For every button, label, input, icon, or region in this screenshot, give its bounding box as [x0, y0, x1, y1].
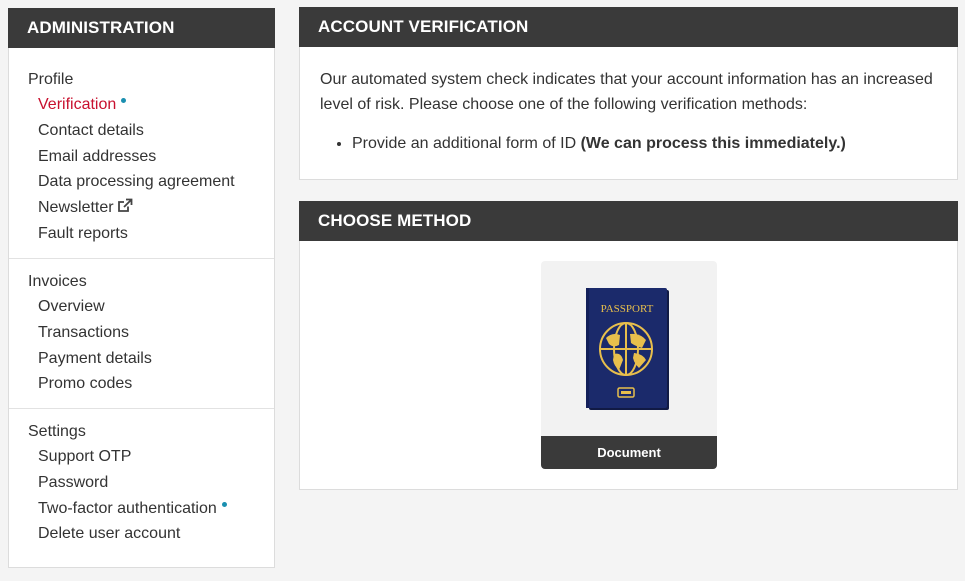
sidebar-item-newsletter[interactable]: Newsletter: [9, 195, 274, 221]
nav-group-invoices: Invoices Overview Transactions Payment d…: [9, 258, 274, 408]
list-item: Provide an additional form of ID (We can…: [352, 134, 937, 154]
group-title-invoices: Invoices: [28, 273, 87, 290]
sidebar-item-delete-user-account[interactable]: Delete user account: [9, 521, 274, 547]
verification-body: Our automated system check indicates tha…: [300, 47, 957, 154]
sidebar-title: ADMINISTRATION: [8, 8, 275, 48]
sidebar-item-two-factor-authentication[interactable]: Two-factor authentication: [9, 496, 274, 522]
sidebar-item-email-addresses[interactable]: Email addresses: [9, 144, 274, 170]
panel-title: ACCOUNT VERIFICATION: [299, 7, 958, 47]
verification-options-list: Provide an additional form of ID (We can…: [320, 134, 937, 154]
choose-method-panel: CHOOSE METHOD PASSPORT Document: [299, 201, 958, 490]
panel-title: CHOOSE METHOD: [299, 201, 958, 241]
sidebar-item-password[interactable]: Password: [9, 470, 274, 496]
sidebar-item-payment-details[interactable]: Payment details: [9, 346, 274, 372]
passport-title: PASSPORT: [601, 303, 654, 315]
option-emphasis: (We can process this immediately.): [580, 135, 846, 152]
notification-dot-icon: [221, 501, 227, 507]
verification-message: Our automated system check indicates tha…: [320, 71, 933, 113]
external-link-icon: [117, 198, 132, 213]
nav-group-profile: Profile Verification Contact details Ema…: [9, 48, 274, 258]
passport-icon: PASSPORT: [586, 288, 669, 410]
sidebar-item-support-otp[interactable]: Support OTP: [9, 444, 274, 470]
method-label: Document: [541, 436, 717, 469]
notification-dot-icon: [121, 98, 127, 103]
sidebar-item-label: Two-factor authentication: [38, 499, 217, 517]
group-title-settings: Settings: [28, 423, 86, 440]
sidebar-item-verification[interactable]: Verification: [9, 92, 274, 118]
admin-sidebar: ADMINISTRATION Profile Verification Cont…: [8, 8, 275, 568]
sidebar-item-label: Verification: [38, 96, 117, 113]
method-document-card[interactable]: PASSPORT Document: [541, 261, 717, 469]
sidebar-item-transactions[interactable]: Transactions: [9, 320, 274, 346]
nav-group-settings: Settings Support OTP Password Two-factor…: [9, 408, 274, 547]
sidebar-item-contact-details[interactable]: Contact details: [9, 118, 274, 144]
sidebar-item-data-processing-agreement[interactable]: Data processing agreement: [9, 169, 274, 195]
sidebar-item-promo-codes[interactable]: Promo codes: [9, 371, 274, 397]
sidebar-item-fault-reports[interactable]: Fault reports: [9, 221, 274, 247]
sidebar-item-overview[interactable]: Overview: [9, 294, 274, 320]
sidebar-item-label: Newsletter: [38, 199, 114, 217]
option-text: Provide an additional form of ID: [352, 135, 581, 152]
account-verification-panel: ACCOUNT VERIFICATION Our automated syste…: [299, 7, 958, 180]
group-title-profile: Profile: [28, 71, 74, 88]
